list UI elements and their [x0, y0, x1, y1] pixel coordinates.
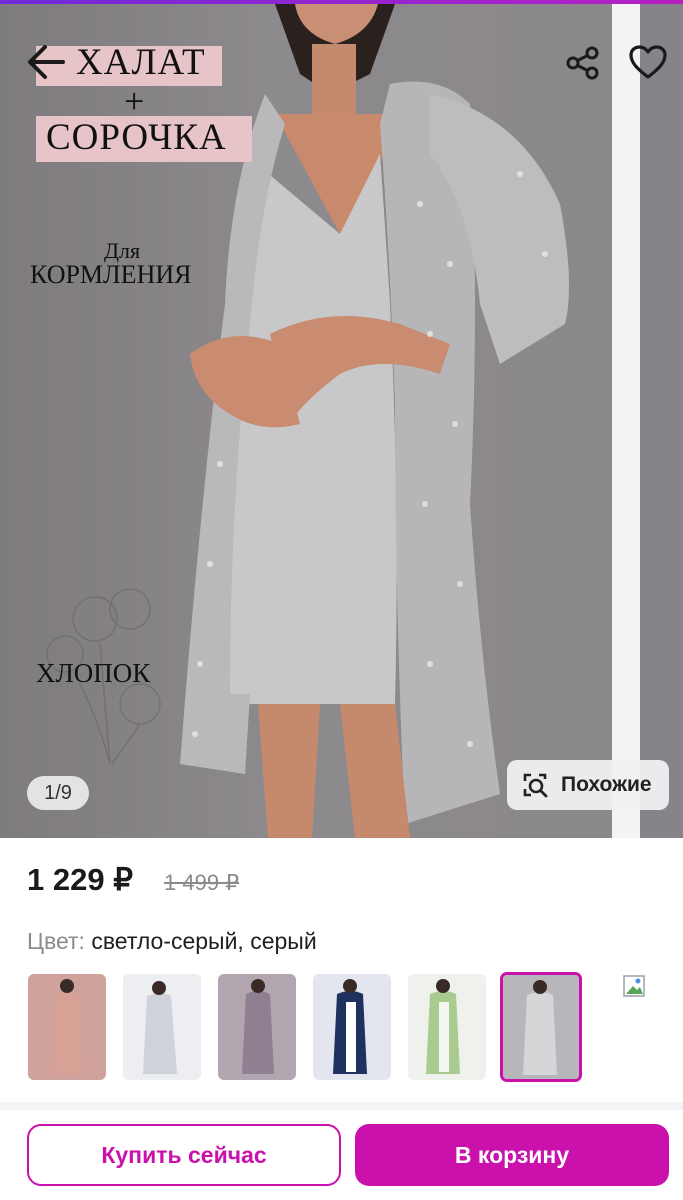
variant-thumb-1[interactable]	[28, 974, 106, 1080]
heart-icon	[629, 45, 667, 79]
promo-title-line2: СОРОЧКА	[46, 117, 227, 158]
promo-small-2: КОРМЛЕНИЯ	[30, 260, 192, 289]
variant-thumb-6-selected[interactable]	[500, 972, 582, 1082]
color-info: Цвет: светло-серый, серый	[27, 928, 317, 955]
arrow-left-icon	[28, 45, 65, 79]
color-variants	[28, 972, 668, 1082]
share-button[interactable]	[560, 40, 606, 86]
product-image-gallery[interactable]: ХАЛАТ + СОРОЧКА Для КОРМЛЕНИЯ ХЛОПОК 1/9	[0, 4, 683, 838]
broken-image-icon[interactable]	[622, 974, 648, 1000]
favorite-button[interactable]	[624, 38, 672, 86]
variant-thumb-2[interactable]	[123, 974, 201, 1080]
variant-thumb-3[interactable]	[218, 974, 296, 1080]
image-counter: 1/9	[27, 776, 89, 810]
similar-label: Похожие	[561, 773, 652, 796]
buy-now-button[interactable]: Купить сейчас	[27, 1124, 341, 1186]
variant-thumb-5[interactable]	[408, 974, 486, 1080]
similar-button[interactable]: Похожие	[507, 760, 669, 810]
old-price: 1 499 ₽	[164, 870, 240, 895]
current-price: 1 229 ₽	[27, 862, 133, 897]
share-icon	[566, 46, 599, 80]
image-search-icon	[523, 773, 548, 798]
variant-thumb-4[interactable]	[313, 974, 391, 1080]
promo-title-line1: ХАЛАТ	[76, 42, 206, 83]
section-divider	[0, 1102, 683, 1110]
add-to-cart-button[interactable]: В корзину	[355, 1124, 669, 1186]
back-button[interactable]	[22, 38, 70, 86]
color-value: светло-серый, серый	[84, 928, 317, 954]
promo-cotton-label: ХЛОПОК	[36, 658, 151, 688]
color-label: Цвет:	[27, 928, 85, 954]
